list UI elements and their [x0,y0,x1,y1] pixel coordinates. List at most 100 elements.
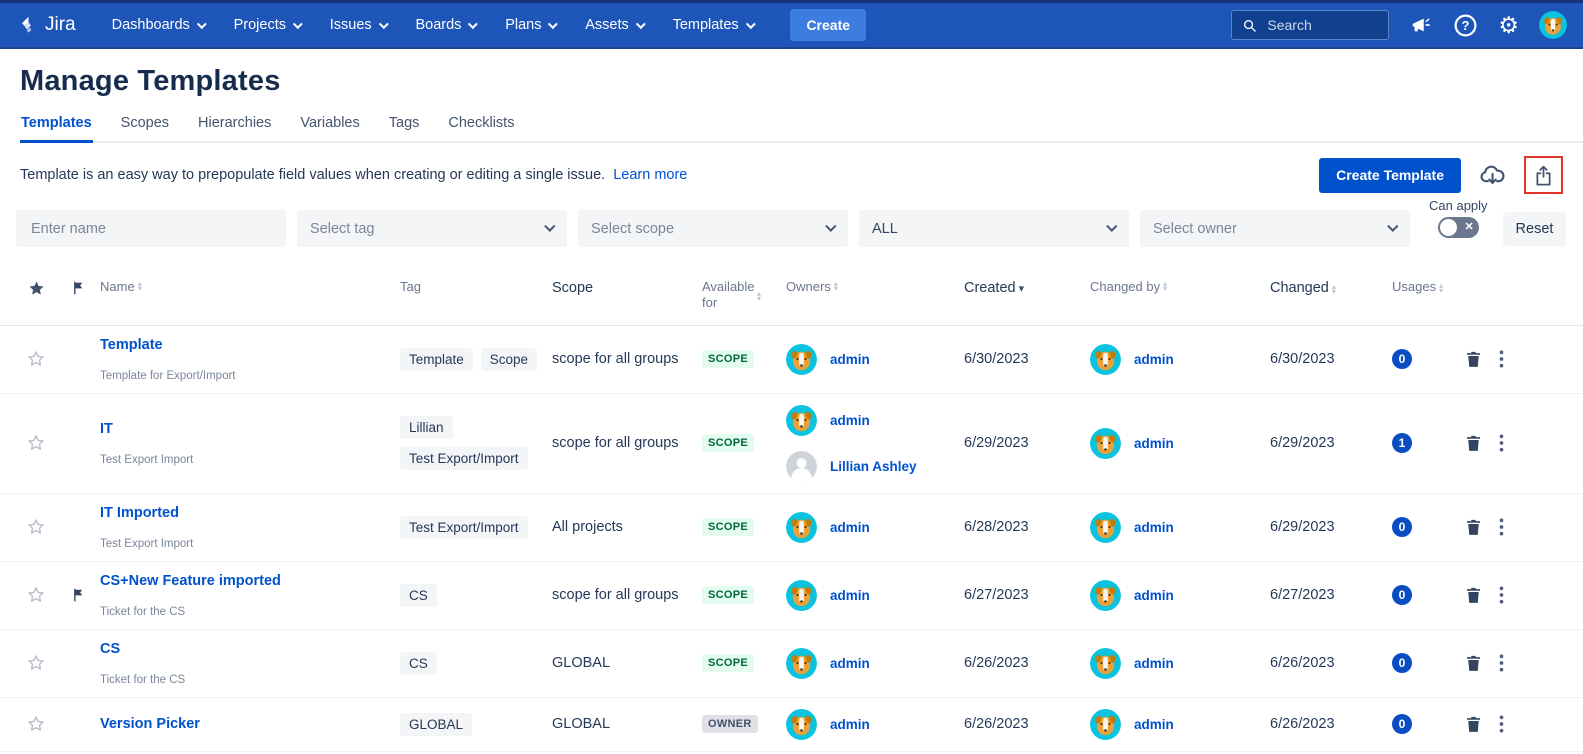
template-description: Test Export Import [100,454,193,466]
tag-chips: CS [400,641,552,686]
delete-button[interactable] [1464,517,1483,537]
nav-item-assets[interactable]: Assets [585,17,642,33]
top-navbar: Jira Dashboards Projects Issues Boards Plans… [0,0,1583,49]
delete-button[interactable] [1464,349,1483,369]
export-templates-button[interactable] [1531,161,1556,189]
search-input[interactable] [1265,16,1375,34]
header-created[interactable]: Created ▾ [964,279,1090,297]
owner-link[interactable]: admin [786,709,870,740]
scope-cell: GLOBAL [552,641,702,686]
owner-link[interactable]: admin [786,648,870,679]
tag-filter-select[interactable]: Select tag [297,210,567,247]
header-available-for[interactable]: Available for ▴▾ [702,279,786,312]
delete-button[interactable] [1464,653,1483,673]
nav-menu: Dashboards Projects Issues Boards Plans Asset… [112,17,753,33]
template-name-link[interactable]: CS+New Feature imported [100,573,281,589]
header-changed[interactable]: Changed ▴▾ [1270,279,1392,297]
template-name-link[interactable]: CS [100,641,120,657]
header-changed-by[interactable]: Changed by ▴▾ [1090,279,1270,295]
owner-filter-select[interactable]: Select owner [1140,210,1410,247]
tab-hierarchies[interactable]: Hierarchies [197,115,272,143]
owner-name: admin [1134,436,1174,451]
favorite-star-button[interactable] [26,653,46,673]
template-name-link[interactable]: Version Picker [100,716,200,732]
chevron-down-icon [293,19,303,29]
profile-button[interactable] [1539,11,1567,39]
tab-tags[interactable]: Tags [388,115,421,143]
tab-scopes[interactable]: Scopes [120,115,170,143]
changed-date: 6/29/2023 [1270,505,1392,550]
nav-item-boards[interactable]: Boards [415,17,475,33]
star-icon [27,279,46,298]
owner-link[interactable]: admin [1090,580,1174,611]
help-button[interactable]: ? [1453,13,1478,38]
status-filter-select[interactable]: ALL [859,210,1129,247]
nav-item-templates[interactable]: Templates [673,17,753,33]
dog-avatar [786,580,817,611]
favorite-star-button[interactable] [26,714,46,734]
owner-link[interactable]: admin [786,512,870,543]
more-actions-button[interactable] [1499,585,1504,605]
favorite-star-button[interactable] [26,433,46,453]
nav-item-projects[interactable]: Projects [234,17,300,33]
owner-link[interactable]: admin [786,344,870,375]
template-name-link[interactable]: IT Imported [100,505,179,521]
more-actions-button[interactable] [1499,714,1504,734]
owner-link[interactable]: admin [1090,344,1174,375]
header-name[interactable]: Name ▴▾ [100,279,400,295]
available-for-badge: OWNER [702,715,758,733]
jira-logo[interactable]: Jira [18,14,76,36]
owner-link[interactable]: admin [1090,428,1174,459]
import-templates-button[interactable] [1477,162,1508,189]
nav-item-dashboards[interactable]: Dashboards [112,17,204,33]
owner-link[interactable]: admin [1090,512,1174,543]
owner-filter-value: Select owner [1153,221,1237,237]
more-actions-button[interactable] [1499,433,1504,453]
changed-by-cell: admin [1090,505,1270,550]
nav-item-issues[interactable]: Issues [330,17,386,33]
sort-icon: ▴▾ [834,281,838,291]
learn-more-link[interactable]: Learn more [613,167,687,183]
created-date: 6/28/2023 [964,505,1090,550]
more-actions-button[interactable] [1499,517,1504,537]
owners-cell: admin [786,337,964,382]
template-description: Ticket for the CS [100,674,185,686]
owner-link[interactable]: admin [786,405,870,436]
tab-checklists[interactable]: Checklists [447,115,515,143]
more-actions-button[interactable] [1499,349,1504,369]
usages-badge: 0 [1392,349,1412,369]
chevron-down-icon [636,19,646,29]
template-name-link[interactable]: IT [100,421,113,437]
name-filter-input[interactable] [29,220,273,238]
favorite-star-button[interactable] [26,517,46,537]
tab-variables[interactable]: Variables [299,115,360,143]
favorite-star-button[interactable] [26,585,46,605]
nav-create-button[interactable]: Create [790,9,866,41]
template-name-link[interactable]: Template [100,337,163,353]
header-owners[interactable]: Owners ▴▾ [786,279,964,295]
owner-link[interactable]: admin [786,580,870,611]
delete-button[interactable] [1464,585,1483,605]
settings-button[interactable]: ⚙ [1498,14,1519,37]
announcements-button[interactable] [1409,14,1433,36]
more-actions-button[interactable] [1499,653,1504,673]
reset-filters-button[interactable]: Reset [1503,212,1567,246]
nav-item-plans[interactable]: Plans [505,17,555,33]
changed-by-cell: admin [1090,709,1270,740]
toggle-off-icon: ✕ [1465,219,1474,236]
chevron-down-icon [826,220,837,231]
delete-button[interactable] [1464,714,1483,734]
owner-link[interactable]: admin [1090,648,1174,679]
tag-chip: Test Export/Import [400,516,528,539]
tab-templates[interactable]: Templates [20,115,93,143]
dog-avatar [1090,709,1121,740]
can-apply-toggle[interactable]: ✕ [1438,217,1479,238]
header-usages[interactable]: Usages ▴▾ [1392,279,1464,295]
owner-link[interactable]: admin [1090,709,1174,740]
owner-link[interactable]: Lillian Ashley [786,451,917,482]
scope-filter-select[interactable]: Select scope [578,210,848,247]
delete-button[interactable] [1464,433,1483,453]
favorite-star-button[interactable] [26,349,46,369]
nav-item-label: Plans [505,17,541,33]
create-template-button[interactable]: Create Template [1319,158,1461,193]
